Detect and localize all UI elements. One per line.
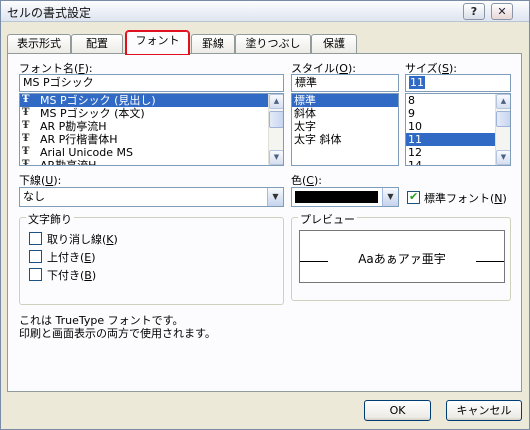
style-list-item-label: 太字 [294, 120, 316, 133]
size-list-item-label: 11 [408, 133, 422, 146]
chevron-down-icon[interactable]: ▼ [267, 188, 283, 206]
truetype-font-icon: Ŧ [22, 159, 30, 166]
font-list-item-label: AR勘亭流H [40, 159, 97, 166]
scroll-thumb[interactable] [269, 111, 283, 128]
style-list[interactable]: 標準 斜体 太字 太字 斜体 [291, 93, 399, 166]
close-button[interactable]: ✕ [491, 3, 513, 20]
size-input[interactable]: 11 [405, 74, 511, 92]
underline-value: なし [23, 190, 45, 203]
tab-bar: 表示形式 配置 フォント 罫線 塗りつぶし 保護 [7, 30, 517, 55]
preview-sample-text: Aaあぁアァ亜宇 [358, 252, 446, 266]
strikethrough-checkbox[interactable] [29, 232, 42, 245]
color-label: 色(C): [291, 174, 322, 187]
font-list-item[interactable]: Ŧ Arial Unicode MS [20, 146, 283, 159]
preview-box: Aaあぁアァ亜宇 [299, 230, 505, 283]
scroll-up-icon[interactable]: ▲ [269, 94, 283, 109]
style-list-item[interactable]: 標準 [292, 94, 398, 107]
tab-font[interactable]: フォント [125, 30, 190, 55]
size-list-item-label: 9 [408, 107, 415, 120]
tab-number-format[interactable]: 表示形式 [7, 34, 71, 53]
ok-button[interactable]: OK [364, 400, 431, 421]
truetype-font-icon: Ŧ [22, 94, 30, 105]
style-list-item-label: 標準 [294, 94, 316, 107]
size-list-item-label: 12 [408, 146, 422, 159]
scroll-thumb[interactable] [496, 111, 510, 127]
size-input-selection: 11 [409, 76, 425, 89]
tab-alignment[interactable]: 配置 [71, 34, 123, 53]
size-list-item-label: 10 [408, 120, 422, 133]
font-list-item[interactable]: Ŧ AR勘亭流H [20, 159, 283, 166]
font-list-item[interactable]: Ŧ AR P勘亭流H [20, 120, 283, 133]
normal-font-label: 標準フォント(N) [424, 192, 507, 205]
truetype-font-icon: Ŧ [22, 146, 30, 157]
scroll-down-icon[interactable]: ▼ [269, 150, 283, 165]
scroll-down-icon[interactable]: ▼ [496, 150, 510, 165]
scroll-up-icon[interactable]: ▲ [496, 94, 510, 109]
title-bar: セルの書式設定 ? ✕ [1, 1, 529, 22]
font-list-item[interactable]: Ŧ MS Pゴシック (本文) [20, 107, 283, 120]
style-input[interactable]: 標準 [291, 74, 399, 92]
font-tab-panel: フォント名(F): MS Pゴシック Ŧ MS Pゴシック (見出し) Ŧ MS Pゴ… [7, 53, 522, 392]
format-cells-dialog: セルの書式設定 ? ✕ 表示形式 配置 フォント 罫線 塗りつぶし 保護 フォン… [0, 0, 530, 430]
tab-border[interactable]: 罫線 [191, 34, 235, 53]
style-list-item[interactable]: 斜体 [292, 107, 398, 120]
strikethrough-label: 取り消し線(K) [47, 233, 118, 246]
color-select[interactable]: ▼ [291, 187, 399, 207]
font-list-scrollbar[interactable]: ▲ ▼ [268, 94, 283, 165]
window-title: セルの書式設定 [7, 6, 92, 20]
size-list-scrollbar[interactable]: ▲ ▼ [495, 94, 510, 165]
tab-fill[interactable]: 塗りつぶし [235, 34, 311, 53]
font-list-item-label: MS Pゴシック (見出し) [40, 94, 156, 107]
tab-protection[interactable]: 保護 [311, 34, 357, 53]
font-list-item-label: AR P勘亭流H [40, 120, 107, 133]
font-list-item[interactable]: Ŧ AR P行楷書体H [20, 133, 283, 146]
font-info-line2: 印刷と画面表示の両方で使用されます。 [19, 327, 216, 340]
help-button[interactable]: ? [463, 3, 485, 20]
font-list-item[interactable]: Ŧ MS Pゴシック (見出し) [20, 94, 283, 107]
color-swatch [295, 191, 378, 203]
font-list-item-label: Arial Unicode MS [40, 146, 133, 159]
style-list-item-label: 斜体 [294, 107, 316, 120]
superscript-label: 上付き(E) [47, 251, 96, 264]
cancel-button[interactable]: キャンセル [446, 400, 522, 421]
truetype-font-icon: Ŧ [22, 133, 30, 144]
size-list[interactable]: 8 9 10 11 12 14 ▲ ▼ [405, 93, 511, 166]
size-list-item-label: 8 [408, 94, 415, 107]
underline-select[interactable]: なし ▼ [19, 187, 284, 207]
style-list-item-label: 太字 斜体 [294, 133, 342, 146]
font-list-item-label: AR P行楷書体H [40, 133, 118, 146]
normal-font-checkbox[interactable] [407, 190, 420, 204]
underline-label: 下線(U): [19, 174, 62, 187]
superscript-checkbox[interactable] [29, 250, 42, 263]
preview-title: プレビュー [298, 211, 357, 227]
subscript-label: 下付き(B) [47, 269, 97, 282]
subscript-checkbox[interactable] [29, 268, 42, 281]
size-list-item-label: 14 [408, 159, 422, 166]
font-list-item-label: MS Pゴシック (本文) [40, 107, 145, 120]
baseline-right [476, 261, 504, 262]
style-list-item[interactable]: 太字 斜体 [292, 133, 398, 146]
effects-title: 文字飾り [26, 211, 74, 227]
truetype-font-icon: Ŧ [22, 107, 30, 118]
font-name-input[interactable]: MS Pゴシック [19, 74, 284, 92]
font-name-list[interactable]: Ŧ MS Pゴシック (見出し) Ŧ MS Pゴシック (本文) Ŧ AR P勘亭流H Ŧ A… [19, 93, 284, 166]
truetype-font-icon: Ŧ [22, 120, 30, 131]
style-list-item[interactable]: 太字 [292, 120, 398, 133]
effects-group: 文字飾り 取り消し線(K) 上付き(E) 下付き(B) [19, 211, 284, 305]
chevron-down-icon[interactable]: ▼ [382, 188, 398, 206]
